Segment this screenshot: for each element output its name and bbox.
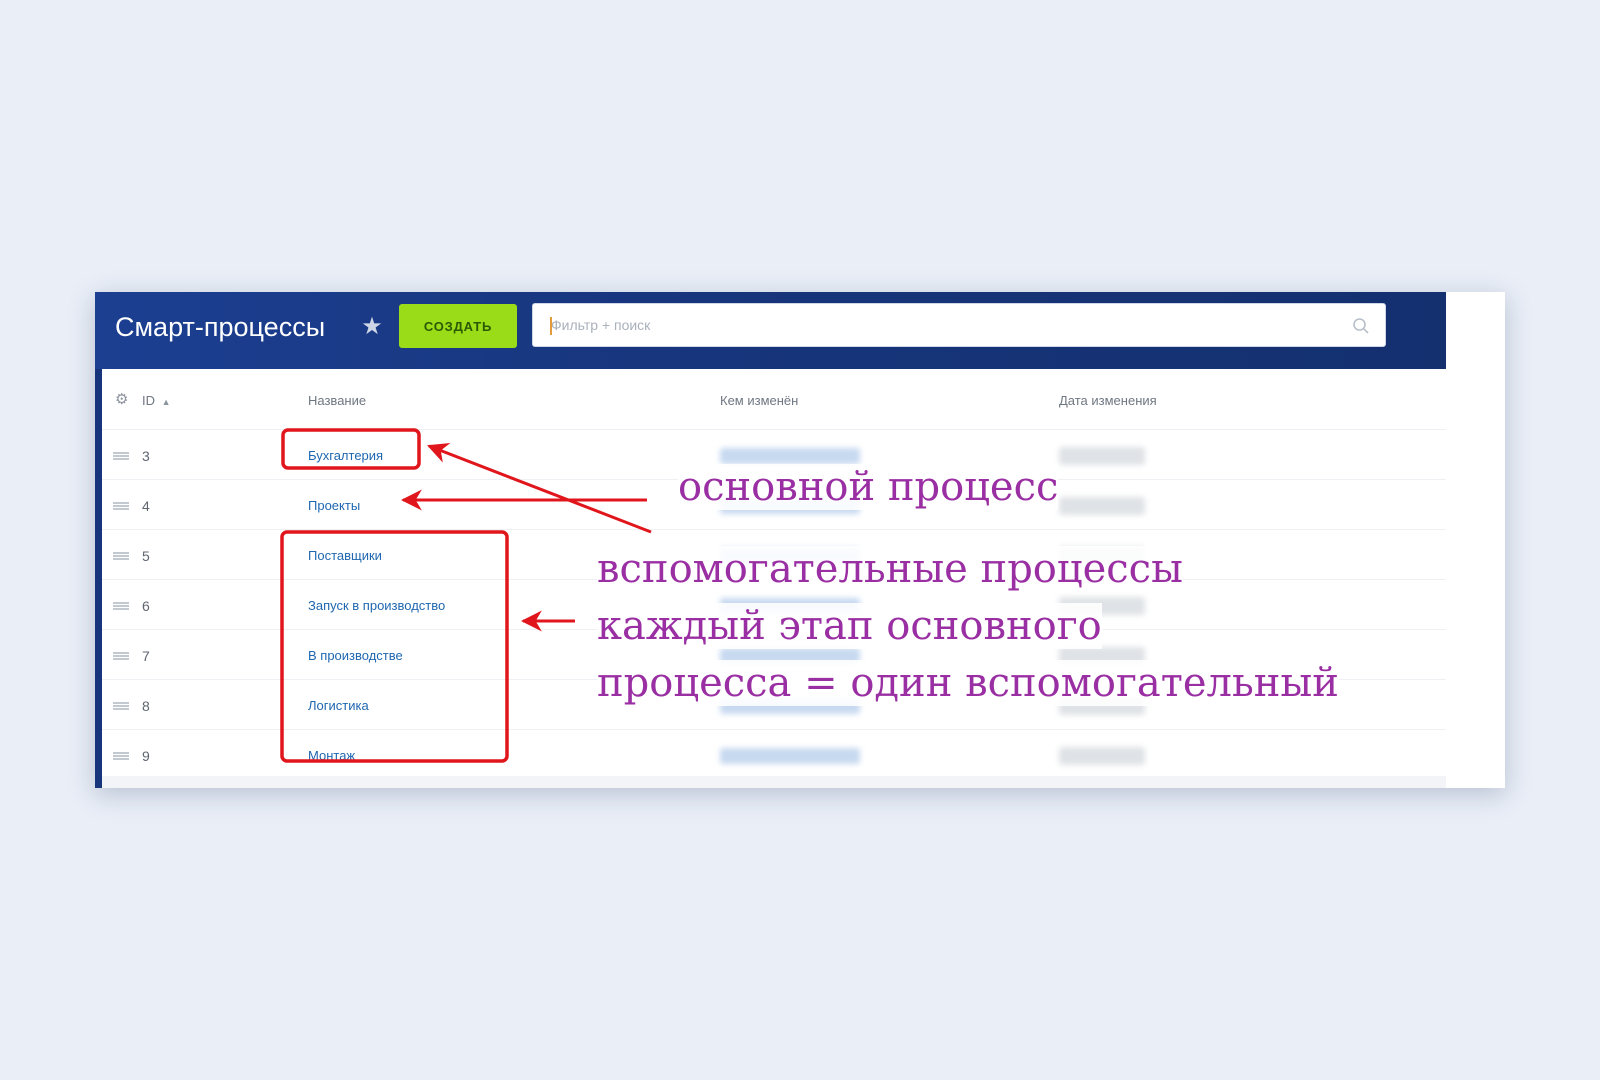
page-title: Смарт-процессы (115, 312, 326, 342)
row-name-link[interactable]: В производстве (308, 648, 403, 663)
drag-handle-icon[interactable] (113, 652, 129, 660)
drag-handle-icon[interactable] (113, 452, 129, 460)
row-id: 8 (142, 698, 150, 714)
drag-handle-icon[interactable] (113, 602, 129, 610)
row-name-link[interactable]: Монтаж (308, 748, 355, 763)
modified-by-redacted (720, 448, 860, 464)
gear-icon[interactable]: ⚙ (115, 392, 130, 407)
annotation-main-process: основной процесс (678, 464, 1059, 510)
search-box[interactable] (532, 303, 1386, 347)
drag-handle-icon[interactable] (113, 752, 129, 760)
column-header-id[interactable]: ID ▲ (142, 393, 171, 408)
annotation-aux-line-2: каждый этап основного (597, 603, 1102, 649)
search-icon[interactable] (1351, 316, 1371, 336)
screenshot-card: Смарт-процессы ★ СОЗДАТЬ ⚙ ID ▲ Название… (95, 292, 1505, 788)
column-header-modified-date[interactable]: Дата изменения (1059, 393, 1157, 408)
row-name-link[interactable]: Логистика (308, 698, 369, 713)
create-button[interactable]: СОЗДАТЬ (399, 304, 517, 348)
modified-date-redacted (1059, 497, 1145, 515)
column-header-name[interactable]: Название (308, 393, 366, 408)
row-id: 4 (142, 498, 150, 514)
row-id: 3 (142, 448, 150, 464)
annotation-aux-line-1: вспомогательные процессы (597, 546, 1183, 592)
row-name-link[interactable]: Проекты (308, 498, 360, 513)
modified-date-redacted (1059, 447, 1145, 465)
drag-handle-icon[interactable] (113, 502, 129, 510)
column-header-modified-by[interactable]: Кем изменён (720, 393, 798, 408)
drag-handle-icon[interactable] (113, 552, 129, 560)
row-name-link[interactable]: Бухгалтерия (308, 448, 383, 463)
star-icon[interactable]: ★ (358, 307, 386, 347)
search-input[interactable] (551, 304, 1311, 346)
table-row[interactable]: 9 Монтаж (102, 730, 1446, 780)
annotation-aux-line-3: процесса = один вспомогательный (597, 660, 1339, 706)
left-strip (95, 369, 102, 788)
column-header-id-label: ID (142, 393, 155, 408)
modified-date-redacted (1059, 747, 1145, 765)
drag-handle-icon[interactable] (113, 702, 129, 710)
row-id: 6 (142, 598, 150, 614)
row-id: 7 (142, 648, 150, 664)
row-name-link[interactable]: Поставщики (308, 548, 382, 563)
modified-by-redacted (720, 748, 860, 764)
row-id: 5 (142, 548, 150, 564)
row-name-link[interactable]: Запуск в производство (308, 598, 445, 613)
table-footer-bar (102, 776, 1446, 788)
sort-ascending-icon: ▲ (161, 397, 171, 407)
text-caret (550, 317, 552, 335)
page-header: Смарт-процессы ★ СОЗДАТЬ (95, 292, 1446, 369)
row-id: 9 (142, 748, 150, 764)
